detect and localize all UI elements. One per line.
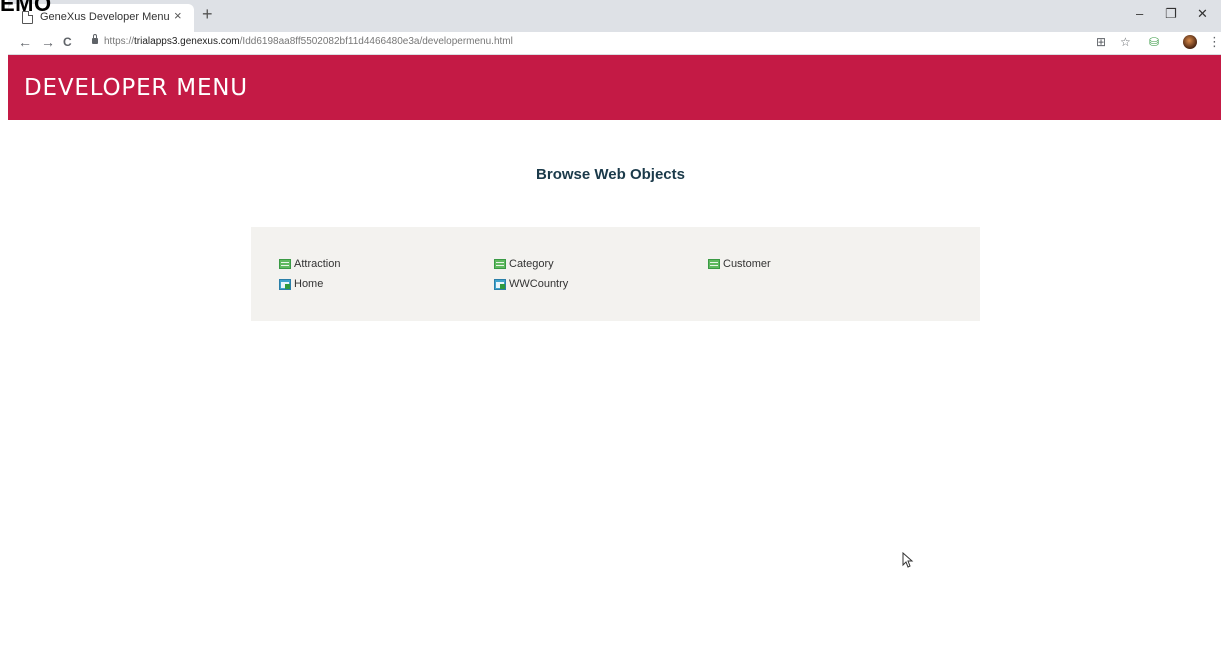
object-label: Home (294, 278, 324, 290)
webpanel-icon (494, 278, 506, 290)
transaction-icon (279, 259, 291, 269)
mouse-cursor-icon (902, 552, 914, 568)
object-link-wwcountry[interactable]: WWCountry (494, 277, 568, 291)
forward-button[interactable]: → (41, 34, 55, 50)
menu-icon[interactable]: ⋮ (1208, 34, 1221, 50)
star-icon[interactable]: ☆ (1120, 35, 1131, 49)
object-link-home[interactable]: Home (279, 277, 323, 291)
translate-icon[interactable]: ⊞ (1096, 35, 1106, 49)
object-label: Attraction (294, 258, 341, 270)
minimize-icon[interactable]: – (1136, 6, 1143, 21)
url-field[interactable]: https://trialapps3.genexus.com/Idd6198aa… (88, 33, 1088, 53)
object-link-customer[interactable]: Customer (708, 257, 771, 271)
section-title: Browse Web Objects (536, 166, 685, 183)
back-button[interactable]: ← (18, 34, 32, 50)
lock-icon (92, 34, 98, 44)
object-link-category[interactable]: Category (494, 257, 554, 271)
object-link-attraction[interactable]: Attraction (279, 257, 340, 271)
object-label: Customer (723, 258, 771, 270)
overlay-caption: EMO (0, 0, 52, 16)
address-bar-row: ← → C https://trialapps3.genexus.com/Idd… (8, 32, 1221, 55)
reload-button[interactable]: C (63, 35, 72, 49)
transaction-icon (494, 259, 506, 269)
avatar[interactable] (1183, 35, 1197, 49)
transaction-icon (708, 259, 720, 269)
close-window-icon[interactable]: ✕ (1197, 6, 1208, 22)
extension-icon[interactable]: ⛁ (1149, 35, 1159, 49)
object-label: Category (509, 258, 554, 270)
web-objects-panel: Attraction Category Customer Home WWCoun… (251, 227, 980, 321)
restore-icon[interactable]: ❐ (1165, 6, 1177, 22)
url-text: https://trialapps3.genexus.com/Idd6198aa… (104, 36, 513, 47)
page-header: DEVELOPER MENU (8, 55, 1221, 120)
page-title: DEVELOPER MENU (24, 75, 248, 101)
new-tab-button[interactable]: + (202, 4, 213, 25)
browser-tab-strip: GeneXus Developer Menu × + – ❐ ✕ (8, 0, 1221, 32)
webpanel-icon (279, 278, 291, 290)
close-tab-icon[interactable]: × (174, 8, 182, 23)
tab-title: GeneXus Developer Menu (40, 11, 170, 23)
object-label: WWCountry (509, 278, 569, 290)
